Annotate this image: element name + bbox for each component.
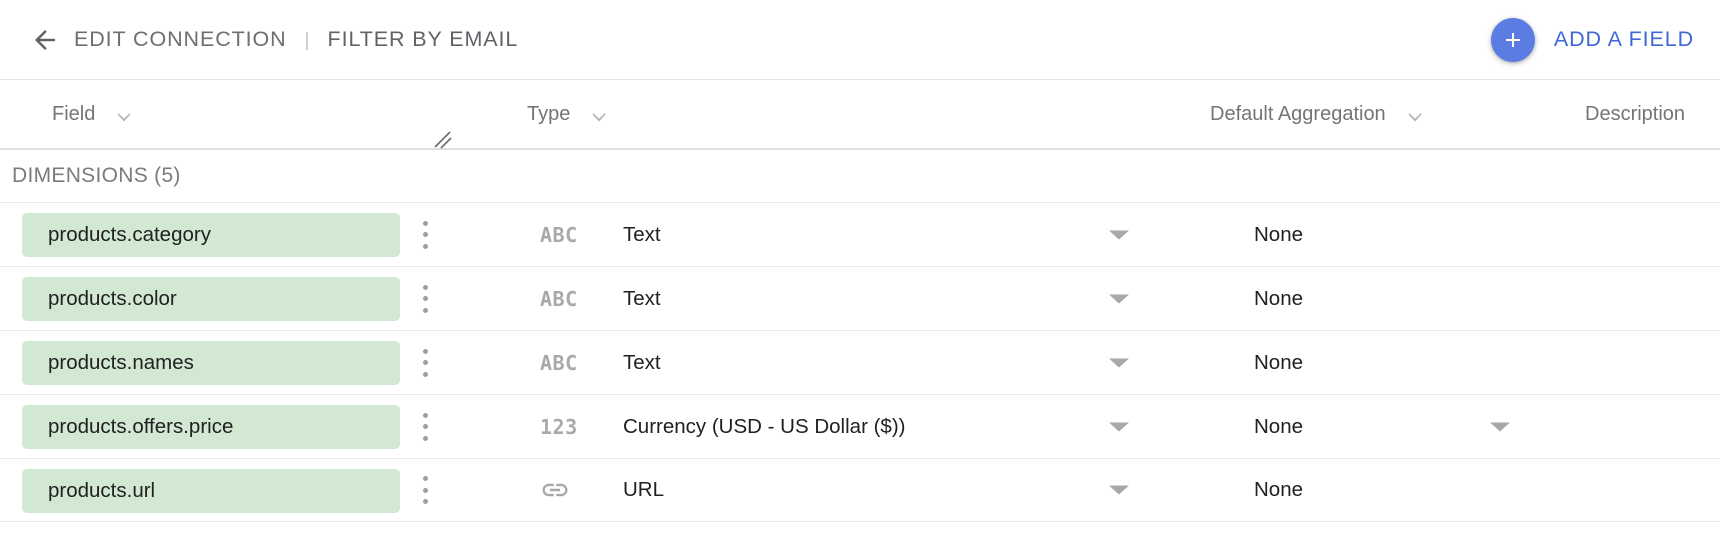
field-name: products.category: [48, 223, 211, 246]
type-icon-glyph: ABC: [540, 286, 578, 311]
column-header-default-aggregation-label: Default Aggregation: [1210, 102, 1386, 125]
aggregation-value: None: [1254, 286, 1304, 310]
type-icon-glyph: ABC: [540, 222, 578, 247]
table-row[interactable]: products.color ABC Text None: [0, 266, 1720, 330]
section-header-dimensions: DIMENSIONS (5): [0, 150, 1720, 202]
text-abc-icon: ABC: [540, 225, 600, 245]
section-header-dimensions-label: DIMENSIONS (5): [12, 164, 181, 187]
table-row[interactable]: products.url URL None: [0, 458, 1720, 522]
description-value[interactable]: [1585, 395, 1705, 458]
column-header-description-label: Description: [1585, 102, 1686, 125]
kebab-menu-icon[interactable]: [412, 218, 438, 252]
type-icon-glyph: ABC: [540, 350, 578, 375]
field-name: products.names: [48, 351, 194, 374]
type-dropdown-chevron-down-icon[interactable]: [1109, 422, 1129, 431]
kebab-menu-icon[interactable]: [412, 410, 438, 444]
table-column-headers: Field Type Default Aggregation Descripti…: [0, 80, 1720, 150]
column-header-type[interactable]: Type: [527, 80, 612, 148]
type-icon-glyph: 123: [540, 414, 578, 439]
aggregation-dropdown-chevron-down-icon[interactable]: [1490, 422, 1510, 431]
field-chip[interactable]: products.category: [22, 213, 400, 257]
number-123-icon: 123: [540, 417, 600, 437]
type-value: URL: [623, 478, 665, 501]
top-app-bar: EDIT CONNECTION | FILTER BY EMAIL ADD A …: [0, 0, 1720, 80]
field-chip[interactable]: products.names: [22, 341, 400, 385]
type-value: Text: [623, 350, 661, 374]
description-value[interactable]: [1585, 203, 1705, 266]
column-header-description[interactable]: Description: [1585, 80, 1685, 148]
column-header-default-aggregation[interactable]: Default Aggregation: [1210, 80, 1428, 148]
text-abc-icon: ABC: [540, 353, 600, 373]
back-button[interactable]: [22, 17, 68, 63]
table-row[interactable]: products.category ABC Text None: [0, 202, 1720, 266]
field-name: products.url: [48, 479, 156, 502]
aggregation-value: None: [1254, 350, 1304, 374]
field-chip[interactable]: products.url: [22, 469, 400, 513]
type-value: Text: [623, 222, 661, 246]
type-value: Currency (USD - US Dollar ($)): [623, 414, 906, 438]
column-header-type-label: Type: [527, 102, 571, 125]
breadcrumb-edit-connection[interactable]: EDIT CONNECTION: [74, 27, 287, 52]
arrow-down-icon[interactable]: [111, 99, 137, 130]
type-dropdown-chevron-down-icon[interactable]: [1109, 230, 1129, 239]
arrow-down-icon[interactable]: [586, 99, 612, 130]
field-name: products.offers.price: [48, 415, 234, 438]
type-value: Text: [623, 286, 661, 310]
aggregation-value: None: [1254, 478, 1304, 501]
breadcrumb-separator: |: [304, 30, 310, 51]
field-list: products.category ABC Text None products…: [0, 202, 1720, 522]
add-a-field-label: ADD A FIELD: [1553, 27, 1694, 51]
column-header-field-label: Field: [52, 102, 96, 125]
link-icon: [540, 475, 600, 505]
column-header-field[interactable]: Field: [52, 80, 137, 148]
description-value[interactable]: [1585, 331, 1705, 394]
kebab-menu-icon[interactable]: [412, 282, 438, 316]
breadcrumb: EDIT CONNECTION | FILTER BY EMAIL: [74, 27, 518, 52]
description-value[interactable]: [1585, 459, 1705, 521]
aggregation-value: None: [1254, 222, 1304, 246]
arrow-down-icon[interactable]: [1402, 99, 1428, 130]
kebab-menu-icon[interactable]: [412, 473, 438, 507]
kebab-menu-icon[interactable]: [412, 346, 438, 380]
breadcrumb-filter-by-email[interactable]: FILTER BY EMAIL: [328, 27, 519, 52]
resize-handle-icon[interactable]: [433, 130, 455, 152]
type-dropdown-chevron-down-icon[interactable]: [1109, 294, 1129, 303]
type-dropdown-chevron-down-icon[interactable]: [1109, 485, 1129, 495]
type-dropdown-chevron-down-icon[interactable]: [1109, 358, 1129, 367]
plus-icon[interactable]: [1490, 17, 1535, 62]
field-name: products.color: [48, 287, 177, 310]
add-a-field-button[interactable]: ADD A FIELD: [1490, 17, 1694, 62]
aggregation-value: None: [1254, 414, 1304, 438]
text-abc-icon: ABC: [540, 289, 600, 309]
arrow-left-icon: [30, 25, 60, 55]
table-row[interactable]: products.names ABC Text None: [0, 330, 1720, 394]
description-value[interactable]: [1585, 267, 1705, 330]
field-chip[interactable]: products.offers.price: [22, 405, 400, 449]
table-row[interactable]: products.offers.price 123 Currency (USD …: [0, 394, 1720, 458]
field-chip[interactable]: products.color: [22, 277, 400, 321]
